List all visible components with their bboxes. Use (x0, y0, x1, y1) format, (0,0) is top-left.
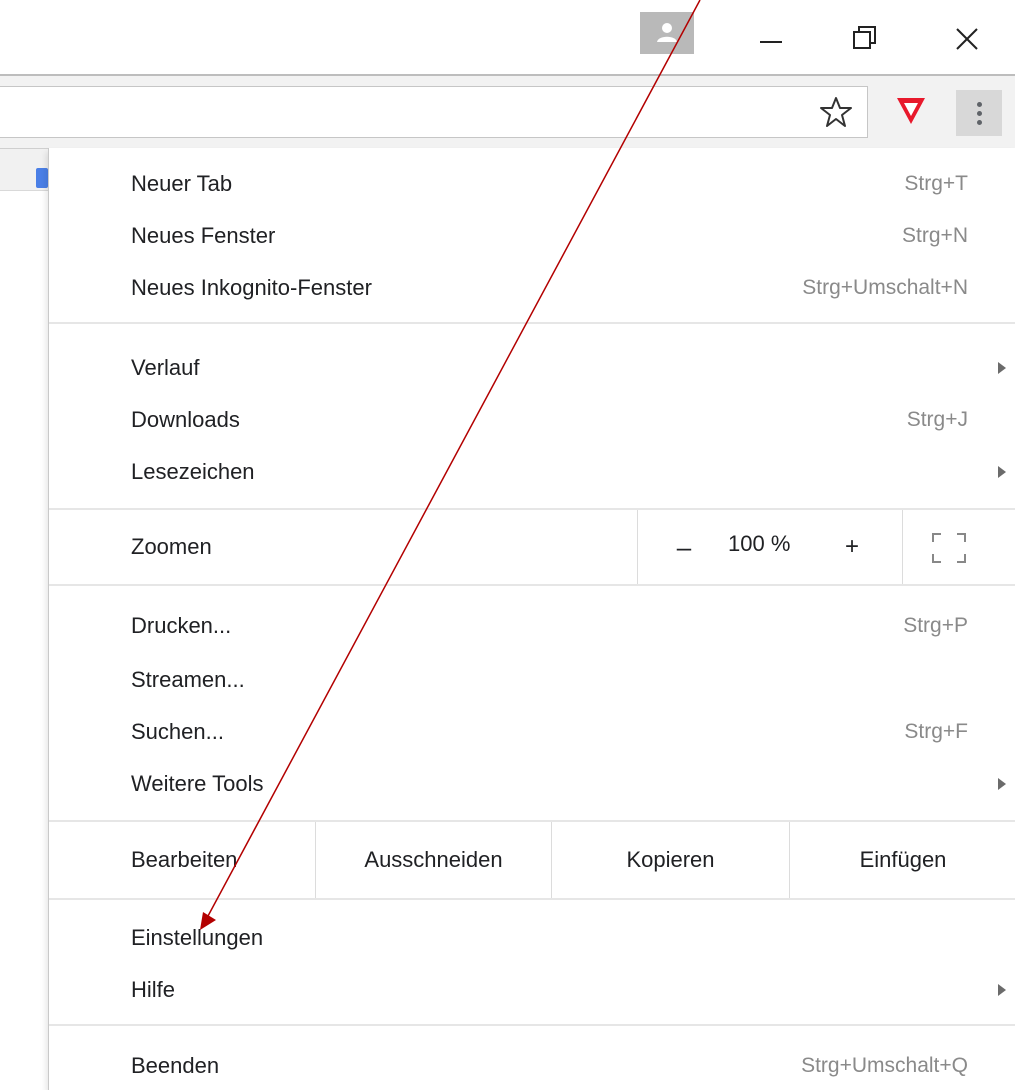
submenu-arrow-icon (998, 984, 1006, 996)
zoom-label: Zoomen (131, 534, 212, 559)
minimize-icon (760, 41, 782, 43)
menu-item-shortcut: Strg+Umschalt+N (802, 276, 968, 299)
menu-item-label: Neuer Tab (131, 171, 233, 196)
zoom-in-button[interactable]: + (834, 529, 870, 565)
menu-item-history[interactable]: Verlauf (49, 342, 1015, 394)
menu-item-label: Downloads (131, 407, 240, 432)
menu-item-label: Hilfe (131, 977, 176, 1002)
menu-item-shortcut: Strg+F (904, 720, 968, 743)
menu-item-new-window[interactable]: Neues Fenster Strg+N (49, 210, 1015, 262)
menu-item-new-tab[interactable]: Neuer Tab Strg+T (49, 158, 1015, 210)
menu-item-shortcut: Strg+N (902, 224, 968, 247)
more-menu-button[interactable] (956, 90, 1002, 136)
restore-button[interactable] (838, 12, 892, 66)
fullscreen-icon[interactable] (929, 530, 969, 566)
menu-item-label: Beenden (131, 1053, 220, 1078)
menu-item-cast[interactable]: Streamen... (49, 654, 1015, 706)
submenu-arrow-icon (998, 778, 1006, 790)
more-menu-icon (977, 102, 982, 107)
menu-item-new-incognito-window[interactable]: Neues Inkognito-Fenster Strg+Umschalt+N (49, 262, 1015, 314)
browser-toolbar (0, 76, 1015, 148)
menu-item-settings[interactable]: Einstellungen (49, 912, 1015, 964)
menu-item-exit[interactable]: Beenden Strg+Umschalt+Q (49, 1040, 1015, 1090)
browser-menu: Neuer Tab Strg+T Neues Fenster Strg+N Ne… (48, 148, 1015, 1090)
restore-icon (853, 26, 876, 49)
zoom-level: 100 % (728, 531, 791, 556)
extension-shield-icon[interactable] (893, 92, 929, 128)
copy-button[interactable]: Kopieren (551, 822, 789, 898)
more-menu-icon-dot (977, 111, 982, 116)
browser-window: Neuer Tab Strg+T Neues Fenster Strg+N Ne… (0, 0, 1015, 1090)
menu-item-find[interactable]: Suchen... Strg+F (49, 706, 1015, 758)
more-menu-icon-dot (977, 120, 982, 125)
menu-item-label: Neues Inkognito-Fenster (131, 275, 372, 300)
paste-button[interactable]: Einfügen (789, 822, 1015, 898)
title-bar (0, 0, 1015, 74)
menu-item-label: Streamen... (131, 667, 245, 692)
zoom-controls: – 100 % + (637, 510, 903, 584)
menu-item-label: Drucken... (131, 613, 232, 638)
minimize-button[interactable] (744, 12, 798, 66)
page-favicon (36, 168, 48, 188)
menu-item-shortcut: Strg+J (906, 408, 968, 431)
submenu-arrow-icon (998, 362, 1006, 374)
profile-icon (657, 23, 677, 42)
submenu-arrow-icon (998, 466, 1006, 478)
profile-button[interactable] (640, 12, 694, 54)
menu-separator (49, 1024, 1015, 1026)
star-icon[interactable] (818, 94, 854, 130)
menu-item-label: Lesezeichen (131, 459, 255, 484)
menu-item-label: Suchen... (131, 719, 224, 744)
menu-separator (49, 898, 1015, 900)
edit-label: Bearbeiten (131, 847, 238, 872)
zoom-row: Zoomen – 100 % + (49, 510, 1015, 584)
menu-item-label: Weitere Tools (131, 771, 264, 796)
menu-separator (49, 584, 1015, 586)
menu-item-print[interactable]: Drucken... Strg+P (49, 600, 1015, 652)
menu-item-more-tools[interactable]: Weitere Tools (49, 758, 1015, 810)
close-icon (956, 28, 978, 50)
menu-item-shortcut: Strg+Umschalt+Q (801, 1054, 968, 1077)
menu-item-downloads[interactable]: Downloads Strg+J (49, 394, 1015, 446)
menu-item-bookmarks[interactable]: Lesezeichen (49, 446, 1015, 498)
menu-item-label: Einstellungen (131, 925, 264, 950)
menu-item-label: Verlauf (131, 355, 200, 380)
zoom-out-button[interactable]: – (666, 529, 702, 565)
menu-item-label: Neues Fenster (131, 223, 276, 248)
address-bar[interactable] (0, 86, 868, 138)
menu-item-help[interactable]: Hilfe (49, 964, 1015, 1016)
close-button[interactable] (940, 12, 994, 66)
menu-separator (49, 322, 1015, 324)
menu-item-shortcut: Strg+T (904, 172, 968, 195)
edit-row: Bearbeiten Ausschneiden Kopieren Einfüge… (49, 822, 1015, 898)
cut-button[interactable]: Ausschneiden (315, 822, 551, 898)
menu-item-shortcut: Strg+P (903, 614, 968, 637)
